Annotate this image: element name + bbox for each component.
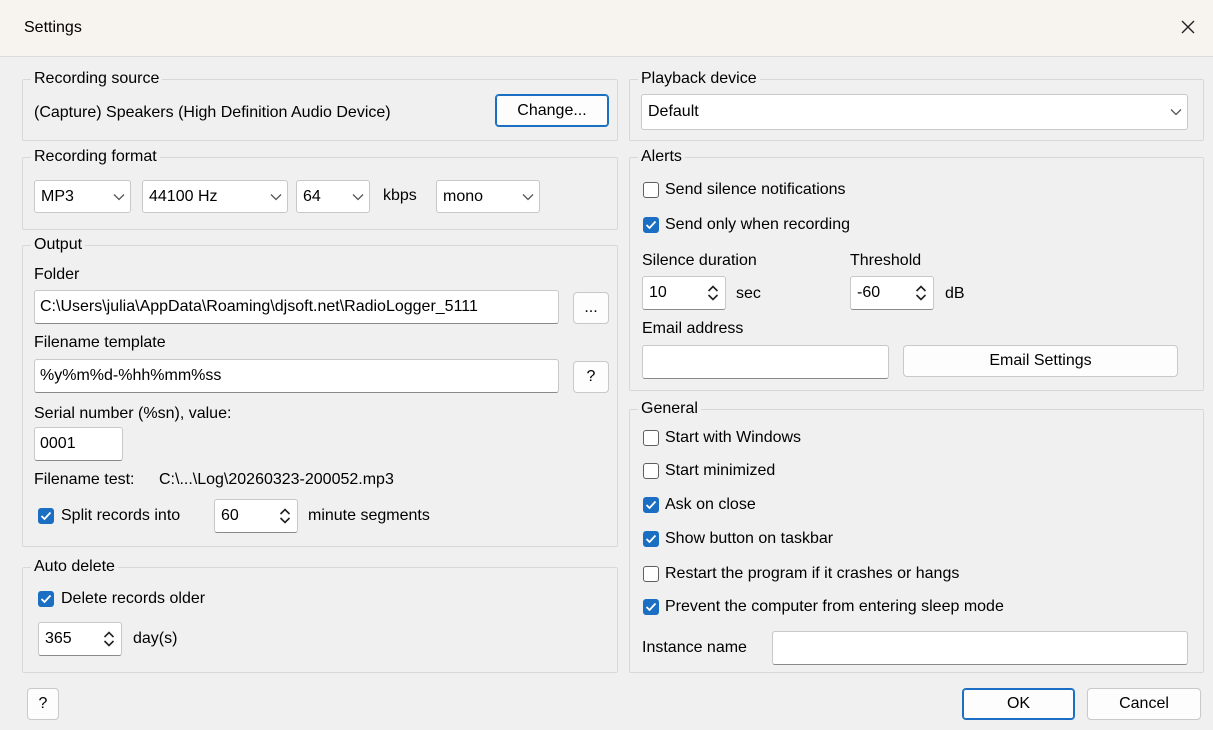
recording-source-label: Recording source bbox=[31, 70, 163, 88]
check-icon bbox=[645, 500, 657, 510]
split-records-label: Split records into bbox=[61, 507, 181, 524]
close-icon bbox=[1181, 20, 1195, 34]
send-only-recording-checkbox[interactable] bbox=[643, 217, 659, 233]
prevent-sleep-label: Prevent the computer from entering sleep… bbox=[665, 598, 1004, 615]
folder-label: Folder bbox=[34, 266, 80, 283]
filename-test-value: C:\...\Log\20260323-200052.mp3 bbox=[159, 471, 394, 488]
ask-on-close-checkbox[interactable] bbox=[643, 497, 659, 513]
spin-arrows-icon[interactable] bbox=[909, 277, 933, 309]
email-settings-button[interactable]: Email Settings bbox=[903, 345, 1178, 377]
template-help-button[interactable]: ? bbox=[573, 361, 609, 393]
threshold-label: Threshold bbox=[850, 252, 922, 269]
sample-rate-select[interactable]: 44100 Hz bbox=[142, 180, 288, 213]
silence-duration-value: 10 bbox=[649, 284, 667, 301]
filename-template-label: Filename template bbox=[34, 334, 166, 351]
threshold-value: -60 bbox=[857, 284, 881, 301]
recording-source-device: (Capture) Speakers (High Definition Audi… bbox=[34, 104, 391, 121]
start-with-windows-checkbox[interactable] bbox=[643, 430, 659, 446]
start-minimized-label: Start minimized bbox=[665, 462, 776, 479]
title-bar: Settings bbox=[0, 0, 1213, 57]
window-title: Settings bbox=[24, 19, 82, 36]
send-silence-label: Send silence notifications bbox=[665, 181, 846, 198]
serial-number-input[interactable]: 0001 bbox=[34, 427, 123, 461]
delete-records-label: Delete records older bbox=[61, 590, 206, 607]
chevron-down-icon bbox=[517, 181, 539, 212]
start-with-windows-label: Start with Windows bbox=[665, 429, 802, 446]
check-icon bbox=[40, 594, 52, 604]
send-only-recording-label: Send only when recording bbox=[665, 216, 851, 233]
show-taskbar-button-label: Show button on taskbar bbox=[665, 530, 834, 547]
codec-select[interactable]: MP3 bbox=[34, 180, 131, 213]
bitrate-value: 64 bbox=[303, 187, 321, 205]
restart-on-crash-checkbox[interactable] bbox=[643, 566, 659, 582]
start-minimized-checkbox[interactable] bbox=[643, 463, 659, 479]
check-icon bbox=[645, 602, 657, 612]
silence-duration-label: Silence duration bbox=[642, 252, 757, 269]
delete-days-value: 365 bbox=[45, 630, 72, 647]
filename-template-input[interactable]: %y%m%d-%hh%mm%ss bbox=[34, 359, 559, 393]
split-records-checkbox[interactable] bbox=[38, 508, 54, 524]
filename-test-label: Filename test: bbox=[34, 471, 135, 488]
delete-days-spinner[interactable]: 365 bbox=[38, 622, 122, 656]
check-icon bbox=[645, 534, 657, 544]
serial-number-label: Serial number (%sn), value: bbox=[34, 405, 232, 422]
check-icon bbox=[40, 511, 52, 521]
spin-arrows-icon[interactable] bbox=[701, 277, 725, 309]
change-source-button[interactable]: Change... bbox=[495, 94, 609, 127]
auto-delete-label: Auto delete bbox=[31, 558, 118, 576]
codec-value: MP3 bbox=[41, 187, 74, 205]
email-address-label: Email address bbox=[642, 320, 744, 337]
output-label: Output bbox=[31, 236, 86, 254]
silence-duration-unit: sec bbox=[736, 285, 761, 302]
restart-on-crash-label: Restart the program if it crashes or han… bbox=[665, 565, 960, 582]
auto-delete-group bbox=[22, 567, 618, 673]
alerts-label: Alerts bbox=[638, 148, 685, 166]
ask-on-close-label: Ask on close bbox=[665, 496, 756, 513]
browse-folder-button[interactable]: ... bbox=[573, 292, 609, 324]
split-minutes-value: 60 bbox=[221, 507, 239, 524]
chevron-down-icon bbox=[265, 181, 287, 212]
threshold-unit: dB bbox=[945, 285, 965, 302]
general-label: General bbox=[638, 400, 701, 418]
spin-arrows-icon[interactable] bbox=[97, 623, 121, 655]
split-minutes-spinner[interactable]: 60 bbox=[214, 499, 298, 533]
bitrate-unit: kbps bbox=[383, 187, 417, 204]
chevron-down-icon bbox=[108, 181, 130, 212]
playback-device-value: Default bbox=[648, 103, 699, 120]
ok-button[interactable]: OK bbox=[962, 688, 1075, 720]
split-records-unit: minute segments bbox=[308, 507, 430, 524]
delete-records-checkbox[interactable] bbox=[38, 591, 54, 607]
silence-duration-spinner[interactable]: 10 bbox=[642, 276, 726, 310]
chevron-down-icon bbox=[1165, 95, 1187, 129]
cancel-button[interactable]: Cancel bbox=[1087, 688, 1201, 720]
spin-arrows-icon[interactable] bbox=[273, 500, 297, 532]
channels-value: mono bbox=[443, 187, 484, 205]
delete-days-unit: day(s) bbox=[133, 630, 178, 647]
help-button[interactable]: ? bbox=[27, 688, 59, 720]
close-button[interactable] bbox=[1171, 10, 1205, 44]
sample-rate-value: 44100 Hz bbox=[149, 187, 218, 205]
channels-select[interactable]: mono bbox=[436, 180, 540, 213]
threshold-spinner[interactable]: -60 bbox=[850, 276, 934, 310]
email-address-input[interactable] bbox=[642, 345, 889, 379]
playback-device-label: Playback device bbox=[638, 70, 760, 88]
instance-name-input[interactable] bbox=[772, 631, 1188, 665]
show-taskbar-button-checkbox[interactable] bbox=[643, 531, 659, 547]
check-icon bbox=[645, 220, 657, 230]
chevron-down-icon bbox=[347, 181, 369, 212]
prevent-sleep-checkbox[interactable] bbox=[643, 599, 659, 615]
bitrate-select[interactable]: 64 bbox=[296, 180, 370, 213]
playback-device-select[interactable]: Default bbox=[641, 94, 1188, 130]
recording-format-label: Recording format bbox=[31, 148, 160, 166]
send-silence-checkbox[interactable] bbox=[643, 182, 659, 198]
instance-name-label: Instance name bbox=[642, 639, 747, 656]
folder-input[interactable]: C:\Users\julia\AppData\Roaming\djsoft.ne… bbox=[34, 290, 559, 324]
